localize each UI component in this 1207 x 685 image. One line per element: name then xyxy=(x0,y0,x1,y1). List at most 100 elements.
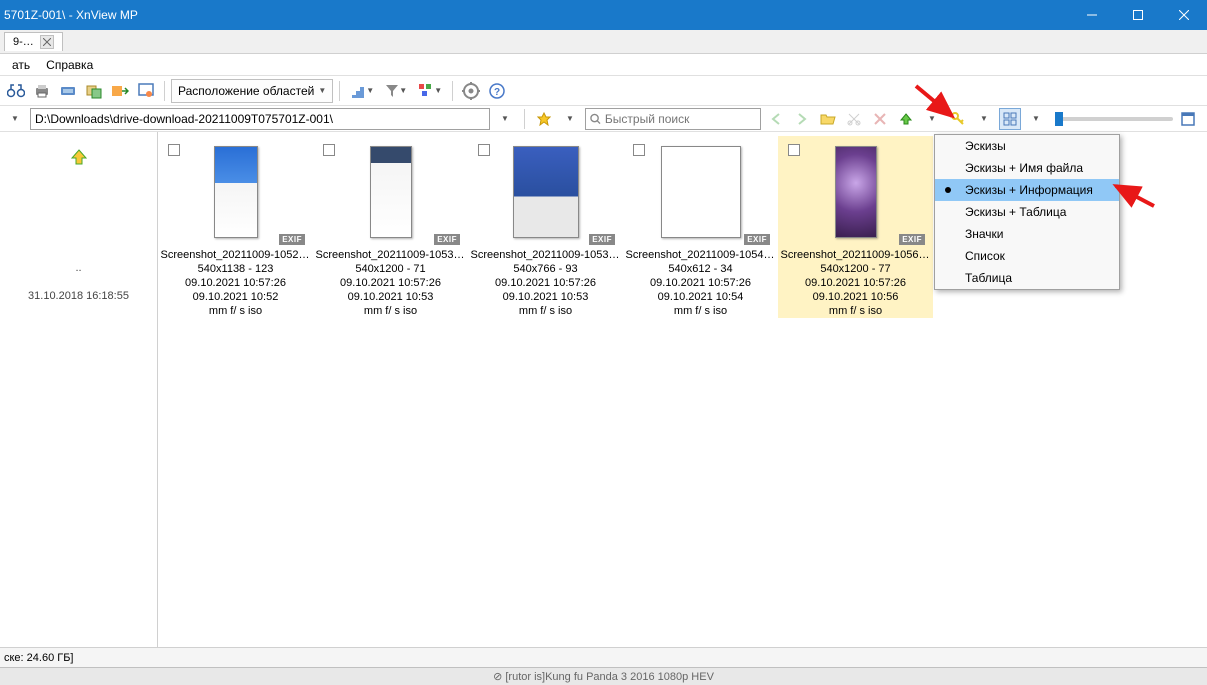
copy-to-icon[interactable] xyxy=(82,79,106,103)
thumbnail-filename: Screenshot_20211009-105411_G… xyxy=(626,248,776,262)
thumbnail-dimensions: 540x766 - 93 xyxy=(513,262,577,276)
open-folder-icon[interactable] xyxy=(817,108,839,130)
thumbnail-filename: Screenshot_20211009-105638_P… xyxy=(781,248,931,262)
folder-tree-pane: .. 31.10.2018 16:18:55 xyxy=(0,132,158,662)
slider-track[interactable] xyxy=(1055,117,1173,121)
categories-icon[interactable]: ▼ xyxy=(414,79,446,103)
thumbnail-item[interactable]: EXIF Screenshot_20211009-105304_P… 540x1… xyxy=(313,136,468,318)
thumbnail-checkbox[interactable] xyxy=(168,144,180,156)
path-history-icon[interactable]: ▼ xyxy=(494,108,516,130)
thumbnail-date1: 09.10.2021 10:57:26 xyxy=(650,276,751,290)
close-button[interactable] xyxy=(1161,0,1207,30)
forward-icon[interactable] xyxy=(791,108,813,130)
search-field[interactable] xyxy=(585,108,761,130)
scanner-icon[interactable] xyxy=(56,79,80,103)
favorites-chevron-icon[interactable]: ▼ xyxy=(559,108,581,130)
search-icon xyxy=(590,113,601,125)
favorites-icon[interactable] xyxy=(533,108,555,130)
thumbnail-checkbox[interactable] xyxy=(633,144,645,156)
thumbnail-image xyxy=(661,140,741,244)
exif-badge: EXIF xyxy=(279,234,305,245)
thumbnail-size-slider[interactable] xyxy=(1051,108,1203,130)
thumbnail-image xyxy=(513,140,579,244)
binoculars-icon[interactable] xyxy=(4,79,28,103)
thumbnail-item[interactable]: EXIF Screenshot_20211009-105638_P… 540x1… xyxy=(778,136,933,318)
layout-dropdown[interactable]: Расположение областей ▼ xyxy=(171,79,333,103)
path-input[interactable] xyxy=(30,108,490,130)
maximize-button[interactable] xyxy=(1115,0,1161,30)
slider-thumb[interactable] xyxy=(1055,112,1063,126)
chevron-down-icon: ▼ xyxy=(318,86,326,95)
search-input[interactable] xyxy=(605,112,756,126)
thumbnail-checkbox[interactable] xyxy=(478,144,490,156)
menu-icons[interactable]: Значки xyxy=(935,223,1119,245)
tab-strip: 9-… xyxy=(0,30,1207,54)
thumbnail-filename: Screenshot_20211009-105256_P… xyxy=(161,248,311,262)
menu-table[interactable]: Таблица xyxy=(935,267,1119,289)
thumbnail-item[interactable]: EXIF Screenshot_20211009-105411_G… 540x6… xyxy=(623,136,778,318)
exif-badge: EXIF xyxy=(744,234,770,245)
parent-dots[interactable]: .. xyxy=(0,262,157,274)
browser-tab[interactable]: 9-… xyxy=(4,32,63,51)
layout-dropdown-label: Расположение областей xyxy=(178,84,314,98)
path-toolbar: ▼ ▼ ▼ ▼ ▼ ▼ xyxy=(0,106,1207,132)
thumbnail-camera: mm f/ s iso xyxy=(364,304,417,318)
minimize-button[interactable] xyxy=(1069,0,1115,30)
up-chevron-icon[interactable]: ▼ xyxy=(921,108,943,130)
fullscreen-icon[interactable] xyxy=(1177,108,1199,130)
thumbnail-dimensions: 540x1138 - 123 xyxy=(198,262,274,276)
thumbnail-dimensions: 540x1200 - 71 xyxy=(355,262,425,276)
thumbnail-date2: 09.10.2021 10:53 xyxy=(503,290,589,304)
menu-item-create[interactable]: ать xyxy=(4,56,38,74)
menu-thumbnails-info[interactable]: Эскизы + Информация xyxy=(935,179,1119,201)
window-title: 5701Z-001\ - XnView MP xyxy=(4,8,1069,22)
thumbnail-image xyxy=(214,140,258,244)
key-chevron-icon[interactable]: ▼ xyxy=(973,108,995,130)
thumbnail-date1: 09.10.2021 10:57:26 xyxy=(185,276,286,290)
help-icon[interactable]: ? xyxy=(485,79,509,103)
key-icon[interactable] xyxy=(947,108,969,130)
menu-item-help[interactable]: Справка xyxy=(38,56,101,74)
up-folder-icon[interactable] xyxy=(895,108,917,130)
menu-thumbnails-table[interactable]: Эскизы + Таблица xyxy=(935,201,1119,223)
exif-badge: EXIF xyxy=(434,234,460,245)
tab-label: 9-… xyxy=(13,36,34,48)
svg-text:?: ? xyxy=(494,87,500,98)
thumbnail-dimensions: 540x612 - 34 xyxy=(668,262,732,276)
view-mode-chevron-icon[interactable]: ▼ xyxy=(1025,108,1047,130)
thumbnail-item[interactable]: EXIF Screenshot_20211009-105328_P… 540x7… xyxy=(468,136,623,318)
settings-icon[interactable] xyxy=(459,79,483,103)
folder-date: 31.10.2018 16:18:55 xyxy=(0,288,157,304)
filter-icon[interactable]: ▼ xyxy=(380,79,412,103)
up-arrow-icon xyxy=(69,147,89,167)
view-mode-icon[interactable] xyxy=(999,108,1021,130)
capture-icon[interactable] xyxy=(134,79,158,103)
menu-bar: ать Справка xyxy=(0,54,1207,76)
main-toolbar: Расположение областей ▼ ▼ ▼ ▼ ? xyxy=(0,76,1207,106)
thumbnail-date2: 09.10.2021 10:52 xyxy=(193,290,279,304)
thumbnail-dimensions: 540x1200 - 77 xyxy=(820,262,890,276)
back-icon[interactable] xyxy=(765,108,787,130)
menu-thumbnails-filename[interactable]: Эскизы + Имя файла xyxy=(935,157,1119,179)
tab-close-icon[interactable] xyxy=(40,35,54,49)
title-bar: 5701Z-001\ - XnView MP xyxy=(0,0,1207,30)
thumbnail-camera: mm f/ s iso xyxy=(674,304,727,318)
menu-list[interactable]: Список xyxy=(935,245,1119,267)
thumbnail-date2: 09.10.2021 10:53 xyxy=(348,290,434,304)
exif-badge: EXIF xyxy=(589,234,615,245)
window-controls xyxy=(1069,0,1207,30)
up-folder-row[interactable] xyxy=(0,132,157,182)
path-dropdown-icon[interactable]: ▼ xyxy=(4,108,26,130)
status-bar: ске: 24.60 ГБ] xyxy=(0,647,1207,667)
sort-icon[interactable]: ▼ xyxy=(346,79,378,103)
convert-icon[interactable] xyxy=(108,79,132,103)
delete-icon[interactable] xyxy=(869,108,891,130)
thumbnail-checkbox[interactable] xyxy=(323,144,335,156)
menu-thumbnails[interactable]: Эскизы xyxy=(935,135,1119,157)
print-icon[interactable] xyxy=(30,79,54,103)
thumbnail-date1: 09.10.2021 10:57:26 xyxy=(495,276,596,290)
cut-icon[interactable] xyxy=(843,108,865,130)
thumbnail-checkbox[interactable] xyxy=(788,144,800,156)
thumbnail-date1: 09.10.2021 10:57:26 xyxy=(805,276,906,290)
thumbnail-item[interactable]: EXIF Screenshot_20211009-105256_P… 540x1… xyxy=(158,136,313,318)
